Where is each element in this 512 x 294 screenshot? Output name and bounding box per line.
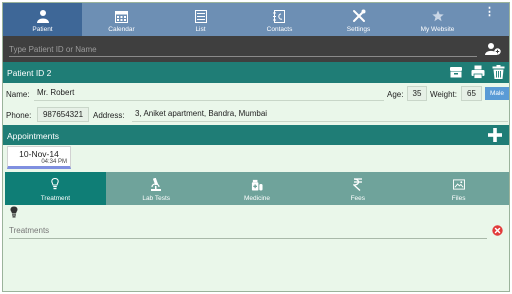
patient-icon [36, 9, 50, 23]
top-navigation: Patient Calendar List Contacts Settings [3, 3, 509, 36]
add-patient-icon[interactable] [485, 42, 501, 56]
name-label: Name: [6, 90, 30, 99]
rupee-icon [352, 178, 364, 191]
tab-label: Medicine [243, 195, 270, 202]
patient-header: Patient ID 2 [3, 62, 509, 83]
appointment-card[interactable]: 10-Nov-14 04:34 PM [7, 146, 71, 169]
nav-contacts[interactable]: Contacts [240, 3, 319, 36]
treatments-input[interactable] [9, 223, 487, 239]
tab-label: Files [451, 195, 466, 202]
nav-label: My Website [420, 26, 455, 33]
phone-label: Phone: [6, 111, 32, 120]
weight-field[interactable]: 65 [461, 86, 482, 101]
search-bar [3, 36, 509, 62]
delete-icon[interactable] [492, 65, 506, 80]
files-icon [452, 178, 465, 191]
address-label: Address: [93, 111, 125, 120]
appointments-header: Appointments [3, 125, 509, 145]
nav-my-website[interactable]: My Website [398, 3, 477, 36]
gender-toggle-button[interactable]: Male [485, 87, 509, 100]
treatment-icon [49, 178, 61, 191]
settings-icon [352, 9, 366, 23]
nav-calendar[interactable]: Calendar [82, 3, 161, 36]
nav-patient[interactable]: Patient [3, 3, 82, 36]
patient-name-field[interactable]: Mr. Robert [34, 86, 384, 101]
clear-icon[interactable] [492, 225, 503, 236]
weight-label: Weight: [430, 90, 457, 99]
tab-lab-tests[interactable]: Lab Tests [106, 172, 207, 205]
contacts-icon [273, 9, 287, 23]
patient-search-input[interactable] [9, 42, 477, 57]
tab-label: Treatment [40, 195, 71, 202]
tab-label: Fees [350, 195, 366, 202]
address-field[interactable]: 3, Aniket apartment, Bandra, Mumbai [132, 107, 508, 122]
nav-label: Settings [346, 26, 371, 33]
tab-medicine[interactable]: Medicine [207, 172, 308, 205]
tab-files[interactable]: Files [408, 172, 509, 205]
tab-treatment[interactable]: Treatment [5, 172, 106, 205]
appointment-time: 04:34 PM [41, 159, 67, 165]
age-label: Age: [387, 90, 404, 99]
microscope-icon [150, 178, 162, 191]
record-tabs: Treatment Lab Tests Medicine Fees Files [5, 172, 509, 205]
overflow-menu-icon[interactable]: ⋮ [484, 7, 495, 18]
nav-settings[interactable]: Settings [319, 3, 398, 36]
calendar-icon [115, 9, 129, 23]
print-icon[interactable] [471, 65, 485, 80]
tab-fees[interactable]: Fees [307, 172, 408, 205]
age-field[interactable]: 35 [407, 86, 427, 101]
phone-field[interactable]: 987654321 [37, 107, 89, 122]
patient-id-title: Patient ID 2 [7, 68, 52, 78]
lightbulb-icon [9, 206, 19, 219]
list-icon [194, 9, 208, 23]
nav-label: Calendar [108, 26, 135, 33]
app-window: Patient Calendar List Contacts Settings [2, 2, 510, 292]
appointments-title: Appointments [7, 131, 59, 141]
add-appointment-icon[interactable] [487, 127, 503, 143]
nav-label: List [195, 26, 206, 33]
medicine-icon [251, 178, 263, 191]
nav-label: Patient [32, 26, 53, 33]
nav-label: Contacts [266, 26, 293, 33]
nav-list[interactable]: List [161, 3, 240, 36]
appointment-date: 10-Nov-14 [19, 149, 59, 159]
star-icon [431, 9, 445, 23]
archive-icon[interactable] [449, 65, 463, 80]
tab-label: Lab Tests [142, 195, 171, 202]
